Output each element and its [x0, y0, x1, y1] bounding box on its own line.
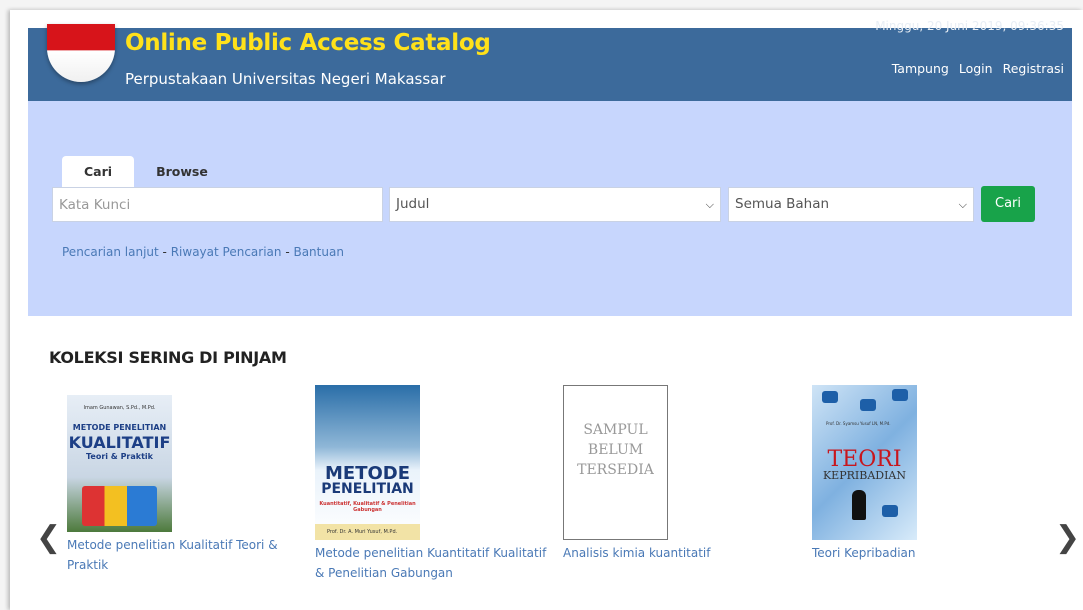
material-select-value: Semua Bahan	[735, 196, 830, 212]
book-cover[interactable]: Prof. Dr. Syamsu Yusuf LN, M.Pd. TEORI K…	[812, 385, 917, 540]
cover-illustration	[82, 486, 157, 526]
book-item[interactable]: Imam Gunawan, S.Pd., M.Pd. METODE PENELI…	[67, 385, 302, 575]
search-panel: Cari Browse Judul ⌵ Semua Bahan ⌵ Cari P…	[28, 101, 1072, 316]
separator: -	[158, 245, 171, 259]
cover-author: Prof. Dr. Syamsu Yusuf LN, M.Pd.	[826, 421, 891, 426]
field-select[interactable]: Judul ⌵	[389, 187, 721, 222]
section-title: KOLEKSI SERING DI PINJAM	[49, 348, 287, 367]
puzzle-piece-icon	[822, 391, 838, 403]
cover-title-line: KEPRIBADIAN	[822, 469, 907, 482]
book-item[interactable]: METODE PENELITIAN Kuantitatif, Kualitati…	[315, 385, 550, 583]
cover-title-line: KUALITATIF	[68, 433, 171, 452]
material-select[interactable]: Semua Bahan ⌵	[728, 187, 974, 222]
book-cover[interactable]: Imam Gunawan, S.Pd., M.Pd. METODE PENELI…	[67, 395, 172, 532]
tab-cari[interactable]: Cari	[62, 156, 135, 187]
cover-title-line: METODE PENELITIAN	[72, 423, 167, 432]
carousel-prev-icon[interactable]: ❮	[36, 520, 61, 555]
tab-browse[interactable]: Browse	[134, 156, 230, 187]
book-item[interactable]: SAMPUL BELUM TERSEDIA Analisis kimia kua…	[563, 385, 798, 563]
cover-author: Prof. Dr. A. Muri Yusuf, M.Pd.	[315, 524, 420, 540]
chevron-down-icon: ⌵	[705, 198, 714, 211]
opac-page: Online Public Access Catalog Perpustakaa…	[10, 10, 1083, 610]
search-links: Pencarian lanjut - Riwayat Pencarian - B…	[62, 245, 344, 259]
book-title-link[interactable]: Metode penelitian Kuantitatif Kualitatif…	[315, 543, 550, 583]
chevron-down-icon: ⌵	[958, 198, 967, 211]
registrasi-link[interactable]: Registrasi	[1003, 61, 1064, 76]
book-title-link[interactable]: Analisis kimia kuantitatif	[563, 543, 798, 563]
book-title-link[interactable]: Metode penelitian Kualitatif Teori & Pra…	[67, 535, 302, 575]
cover-placeholder-text: SAMPUL BELUM TERSEDIA	[577, 422, 654, 478]
book-cover[interactable]: METODE PENELITIAN Kuantitatif, Kualitati…	[315, 385, 420, 540]
search-tabs: Cari Browse	[62, 156, 230, 187]
login-link[interactable]: Login	[959, 61, 993, 76]
help-link[interactable]: Bantuan	[293, 245, 343, 259]
cover-title-line: Kuantitatif, Kualitatif & Penelitian Gab…	[319, 501, 416, 513]
puzzle-piece-icon	[892, 389, 908, 401]
book-title-link[interactable]: Teori Kepribadian	[812, 543, 1047, 563]
person-figure-icon	[852, 490, 866, 520]
book-cover[interactable]: SAMPUL BELUM TERSEDIA	[563, 385, 668, 540]
advanced-search-link[interactable]: Pencarian lanjut	[62, 245, 159, 259]
puzzle-piece-icon	[860, 399, 876, 411]
puzzle-piece-icon	[882, 505, 898, 517]
top-nav: Tampung Login Registrasi	[892, 61, 1064, 76]
cover-title-line: PENELITIAN	[321, 481, 414, 497]
site-title[interactable]: Online Public Access Catalog	[125, 30, 491, 56]
keyword-input[interactable]	[59, 188, 382, 221]
carousel-next-icon[interactable]: ❯	[1055, 520, 1080, 555]
keyword-field[interactable]	[52, 187, 383, 222]
site-subtitle: Perpustakaan Universitas Negeri Makassar	[125, 70, 446, 88]
book-item[interactable]: Prof. Dr. Syamsu Yusuf LN, M.Pd. TEORI K…	[812, 385, 1047, 563]
site-logo[interactable]	[47, 24, 115, 82]
current-date: Minggu, 20 Juni 2019, 09:36:35	[875, 19, 1064, 33]
site-header: Online Public Access Catalog Perpustakaa…	[28, 19, 1072, 101]
field-select-value: Judul	[396, 196, 430, 212]
search-button[interactable]: Cari	[981, 186, 1035, 222]
cover-title-line: Teori & Praktik	[86, 452, 153, 461]
separator: -	[281, 245, 294, 259]
tampung-link[interactable]: Tampung	[892, 61, 949, 76]
search-history-link[interactable]: Riwayat Pencarian	[171, 245, 282, 259]
cover-author: Imam Gunawan, S.Pd., M.Pd.	[83, 405, 156, 411]
